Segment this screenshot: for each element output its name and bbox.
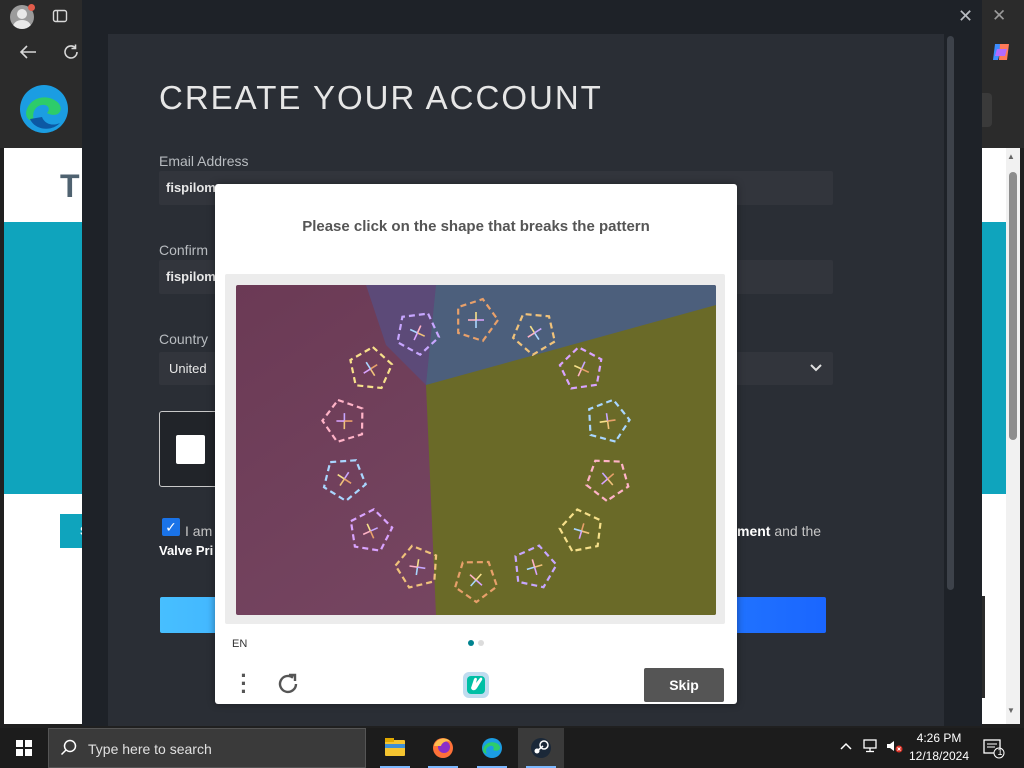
refresh-icon[interactable]	[62, 43, 80, 64]
notification-count: 1	[997, 747, 1003, 757]
steam-icon	[531, 738, 551, 758]
puzzle-shape-center	[415, 567, 419, 576]
valve-privacy-link[interactable]: Valve Pri	[159, 543, 213, 558]
agree-text-continued: ment and the	[737, 523, 821, 539]
search-icon	[60, 739, 77, 756]
tray-chevron-up-icon[interactable]	[840, 739, 852, 755]
scroll-down-icon[interactable]: ▼	[1007, 706, 1015, 715]
page-indicator-active	[468, 640, 474, 646]
puzzle-shape-center	[606, 420, 610, 430]
hcaptcha-logo-icon	[463, 672, 489, 698]
captcha-checkbox[interactable]	[176, 435, 205, 464]
puzzle-shape-center	[599, 420, 608, 423]
windows-start-icon[interactable]	[16, 740, 32, 756]
puzzle-shape-center	[409, 565, 418, 568]
puzzle-image[interactable]	[236, 285, 716, 615]
agree-suffix: and the	[770, 523, 822, 539]
clock-time[interactable]: 4:26 PM	[910, 731, 968, 745]
profile-status-dot	[28, 4, 35, 11]
menu-icon[interactable]: · · ·	[237, 665, 251, 703]
search-placeholder: Type here to search	[88, 741, 212, 757]
back-icon[interactable]	[18, 43, 38, 64]
firefox-icon	[433, 738, 453, 758]
clock-date[interactable]: 12/18/2024	[904, 749, 974, 763]
refresh-challenge-icon[interactable]	[275, 671, 301, 697]
scroll-up-icon[interactable]: ▲	[1007, 152, 1015, 161]
agree-text: I am	[185, 523, 213, 539]
page-title: CREATE YOUR ACCOUNT	[159, 79, 603, 116]
taskbar-steam[interactable]	[518, 728, 564, 768]
page-scrollbar-thumb[interactable]	[1009, 172, 1017, 440]
steam-close-icon[interactable]: ✕	[958, 6, 973, 27]
browser-close-icon[interactable]: ✕	[992, 6, 1006, 26]
folder-icon	[385, 738, 405, 756]
puzzle-shape-center	[605, 413, 609, 422]
ssa-link[interactable]: ment	[737, 523, 770, 539]
captcha-checkbox-frame[interactable]	[159, 411, 219, 487]
confirm-email-label: Confirm	[159, 242, 209, 258]
agree-checkbox[interactable]: ✓	[162, 518, 180, 536]
edge-icon	[482, 738, 502, 758]
country-label: Country	[159, 331, 209, 347]
network-icon[interactable]	[862, 739, 880, 756]
taskbar-firefox[interactable]	[420, 728, 466, 768]
chevron-down-icon[interactable]	[810, 360, 822, 375]
tab-actions-icon[interactable]	[52, 8, 68, 27]
steam-scrollbar[interactable]	[947, 36, 954, 590]
taskbar-file-explorer[interactable]	[372, 728, 418, 768]
background-heading: T	[60, 168, 80, 204]
skip-button[interactable]: Skip	[644, 668, 724, 702]
language-selector[interactable]: EN	[232, 638, 247, 650]
captcha-prompt: Please click on the shape that breaks th…	[302, 218, 650, 235]
edge-logo-icon	[20, 85, 68, 133]
taskbar-edge[interactable]	[469, 728, 515, 768]
copilot-icon[interactable]	[990, 41, 1012, 63]
volume-muted-icon[interactable]	[886, 739, 904, 756]
page-indicator	[478, 640, 484, 646]
email-label: Email Address	[159, 153, 249, 169]
